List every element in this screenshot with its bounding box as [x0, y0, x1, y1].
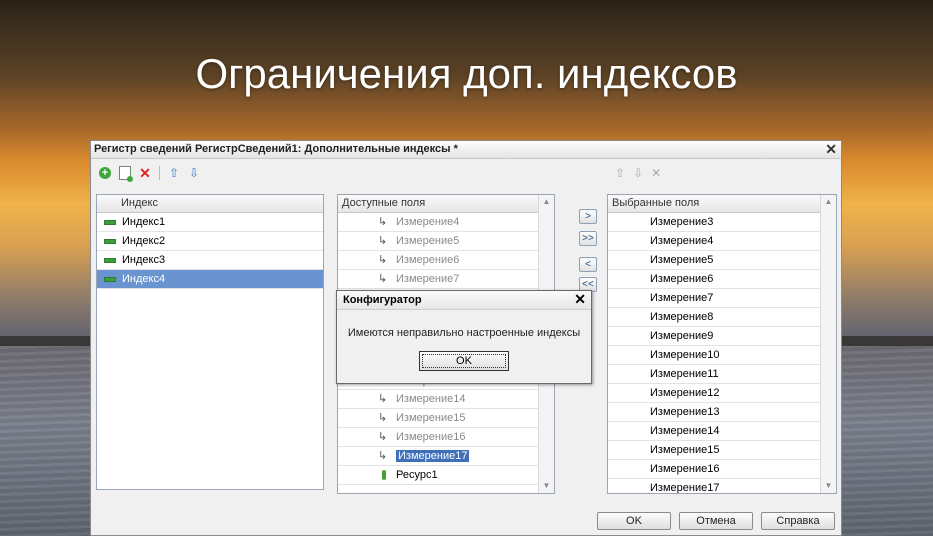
available-field-row[interactable]: ↳ Измерение7	[338, 270, 554, 289]
index-row[interactable]: Индекс3	[97, 251, 323, 270]
ok-button[interactable]: OK	[597, 512, 671, 530]
dimension-icon: ↳	[378, 273, 388, 285]
available-fields-header: Доступные поля	[338, 195, 554, 213]
copy-icon[interactable]	[117, 165, 133, 182]
selected-fields-list: Выбранные поля Измерение3 Измерение4 Изм…	[607, 194, 837, 494]
add-all-fields-button[interactable]: >>	[579, 231, 597, 246]
available-field-row[interactable]: Ресурс1	[338, 466, 554, 485]
selected-field-row[interactable]: Измерение8	[608, 308, 836, 327]
selected-field-row[interactable]: Измерение7	[608, 289, 836, 308]
dimension-icon: ↳	[378, 235, 388, 247]
dimension-icon: ↳	[378, 216, 388, 228]
dimension-icon: ↳	[378, 254, 388, 266]
available-field-row-selected[interactable]: ↳ Измерение17	[338, 447, 554, 466]
selected-fields-toolbar: ⇧ ⇩ ✕	[615, 166, 661, 180]
slide-title: Ограничения доп. индексов	[195, 50, 738, 97]
dimension-icon: ↳	[378, 412, 388, 424]
available-field-row[interactable]: ↳ Измерение14	[338, 390, 554, 409]
selected-field-row[interactable]: Измерение3	[608, 213, 836, 232]
selected-field-row[interactable]: Измерение14	[608, 422, 836, 441]
scroll-up-icon[interactable]: ▲	[539, 195, 554, 209]
dimension-icon: ↳	[378, 450, 388, 462]
scroll-down-icon[interactable]: ▼	[821, 479, 836, 493]
index-toolbar: + ✕ ⇧ ⇩	[97, 165, 202, 182]
selected-field-row[interactable]: Измерение6	[608, 270, 836, 289]
add-field-button[interactable]: >	[579, 209, 597, 224]
selected-field-row[interactable]: Измерение17	[608, 479, 836, 493]
help-button[interactable]: Справка	[761, 512, 835, 530]
window-close-icon[interactable]: ✕	[825, 141, 837, 158]
dialog-close-icon[interactable]: ✕	[574, 290, 586, 308]
index-icon	[104, 219, 116, 225]
dialog-message: Имеются неправильно настроенные индексы	[347, 327, 581, 339]
index-list: Индекс Индекс1 Индекс2 Индекс3 Индекс4	[96, 194, 324, 490]
move-up-icon[interactable]: ⇧	[166, 165, 182, 181]
available-field-row[interactable]: ↳ Измерение5	[338, 232, 554, 251]
dialog-title: Конфигуратор	[343, 294, 422, 306]
selected-field-row[interactable]: Измерение16	[608, 460, 836, 479]
available-field-row[interactable]: ↳ Измерение15	[338, 409, 554, 428]
index-icon	[104, 257, 116, 263]
window-titlebar: Регистр сведений РегистрСведений1: Допол…	[91, 141, 841, 159]
resource-icon	[382, 470, 386, 481]
move-down-icon[interactable]: ⇩	[633, 166, 643, 180]
move-up-icon[interactable]: ⇧	[615, 166, 625, 180]
move-down-icon[interactable]: ⇩	[186, 165, 202, 181]
index-row[interactable]: Индекс1	[97, 213, 323, 232]
cancel-button[interactable]: Отмена	[679, 512, 753, 530]
selected-fields-scrollbar[interactable]: ▲ ▼	[820, 195, 836, 493]
delete-icon[interactable]: ✕	[137, 165, 153, 181]
remove-field-button[interactable]: <	[579, 257, 597, 272]
index-icon	[104, 276, 116, 282]
toolbar-separator	[159, 166, 160, 180]
index-icon	[104, 238, 116, 244]
scroll-down-icon[interactable]: ▼	[539, 479, 554, 493]
scroll-up-icon[interactable]: ▲	[821, 195, 836, 209]
available-field-row[interactable]: ↳ Измерение4	[338, 213, 554, 232]
index-list-header: Индекс	[97, 195, 323, 213]
delete-icon[interactable]: ✕	[651, 166, 661, 180]
selected-field-row[interactable]: Измерение9	[608, 327, 836, 346]
available-field-row[interactable]: ↳ Измерение6	[338, 251, 554, 270]
selected-field-row[interactable]: Измерение13	[608, 403, 836, 422]
selected-field-row[interactable]: Измерение10	[608, 346, 836, 365]
dimension-icon: ↳	[378, 431, 388, 443]
dimension-icon: ↳	[378, 393, 388, 405]
index-row[interactable]: Индекс2	[97, 232, 323, 251]
selected-field-row[interactable]: Измерение15	[608, 441, 836, 460]
available-field-row[interactable]: ↳ Измерение16	[338, 428, 554, 447]
selected-field-row[interactable]: Измерение11	[608, 365, 836, 384]
dialog-titlebar: Конфигуратор ✕	[337, 291, 591, 310]
selected-field-row[interactable]: Измерение12	[608, 384, 836, 403]
selected-fields-header: Выбранные поля	[608, 195, 836, 213]
add-icon[interactable]: +	[97, 165, 113, 181]
dialog-ok-button[interactable]: OK	[419, 351, 509, 371]
index-row-selected[interactable]: Индекс4	[97, 270, 323, 289]
selected-field-row[interactable]: Измерение5	[608, 251, 836, 270]
window-title: Регистр сведений РегистрСведений1: Допол…	[94, 143, 458, 155]
selected-field-row[interactable]: Измерение4	[608, 232, 836, 251]
configurator-dialog: Конфигуратор ✕ Имеются неправильно настр…	[336, 290, 592, 384]
